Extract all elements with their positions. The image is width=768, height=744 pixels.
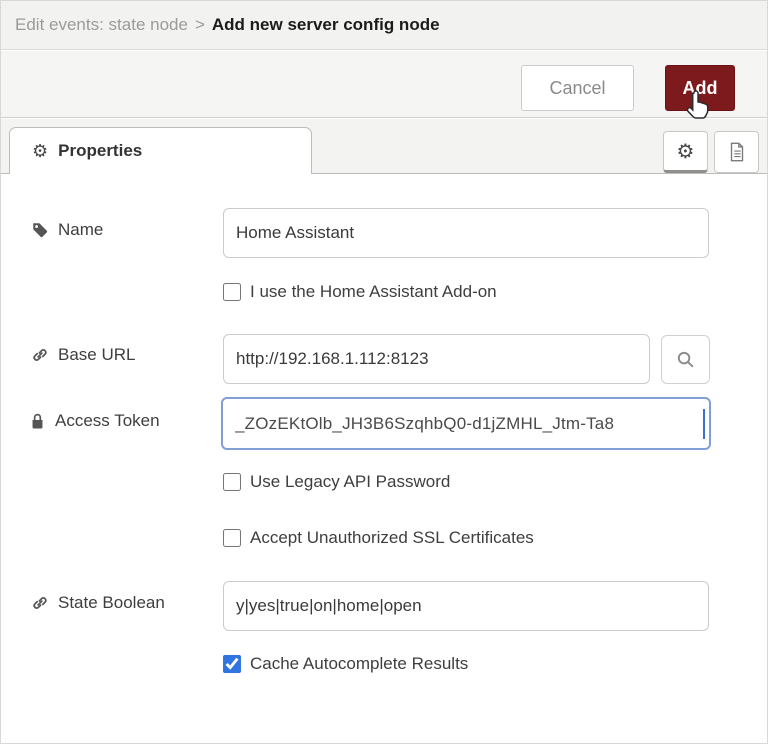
ssl-checkbox-label: Accept Unauthorized SSL Certificates <box>250 528 534 547</box>
cache-checkbox-row: Cache Autocomplete Results <box>223 654 468 674</box>
legacy-api-checkbox[interactable] <box>223 473 241 491</box>
tag-icon <box>31 221 49 239</box>
gear-icon: ⚙ <box>676 140 695 163</box>
text-caret <box>703 409 705 439</box>
server-config-dialog: Edit events: state node > Add new server… <box>0 0 768 744</box>
tab-properties-label: Properties <box>58 141 143 160</box>
properties-form: Name I use the Home Assistant Add-on Bas… <box>1 175 767 743</box>
addon-checkbox[interactable] <box>223 283 241 301</box>
state-boolean-input[interactable] <box>223 581 709 631</box>
name-field-label: Name <box>31 220 103 240</box>
page-title: Add new server config node <box>211 15 440 34</box>
node-docs-button[interactable] <box>714 131 759 173</box>
dialog-toolbar: Cancel Add <box>1 51 767 118</box>
breadcrumb-separator: > <box>194 15 205 34</box>
base-url-field-label: Base URL <box>31 345 135 365</box>
addon-checkbox-label: I use the Home Assistant Add-on <box>250 282 497 301</box>
name-input[interactable] <box>223 208 709 258</box>
addon-checkbox-row: I use the Home Assistant Add-on <box>223 282 497 302</box>
link-icon <box>31 346 49 364</box>
state-boolean-field-label: State Boolean <box>31 593 165 613</box>
cache-results-checkbox[interactable] <box>223 655 241 673</box>
gear-icon: ⚙ <box>32 141 49 161</box>
access-token-input[interactable] <box>221 397 711 450</box>
access-token-field-label: Access Token <box>29 411 160 431</box>
magnifier-icon <box>674 348 697 371</box>
breadcrumb: Edit events: state node <box>15 15 188 34</box>
document-icon <box>726 141 748 163</box>
cache-checkbox-label: Cache Autocomplete Results <box>250 654 469 673</box>
ssl-checkbox-row: Accept Unauthorized SSL Certificates <box>223 528 534 548</box>
base-url-input[interactable] <box>223 334 650 384</box>
legacy-checkbox-row: Use Legacy API Password <box>223 472 450 492</box>
link-icon <box>31 594 49 612</box>
lock-icon <box>29 412 46 430</box>
base-url-search-button[interactable] <box>661 335 710 384</box>
node-settings-button[interactable]: ⚙ <box>663 131 708 173</box>
tab-properties[interactable]: ⚙ Properties <box>9 127 312 174</box>
cancel-button[interactable]: Cancel <box>521 65 634 111</box>
add-button[interactable]: Add <box>665 65 735 111</box>
tab-bar: ⚙ Properties ⚙ <box>1 119 767 174</box>
ssl-checkbox[interactable] <box>223 529 241 547</box>
dialog-header: Edit events: state node > Add new server… <box>1 1 767 50</box>
legacy-checkbox-label: Use Legacy API Password <box>250 472 451 491</box>
